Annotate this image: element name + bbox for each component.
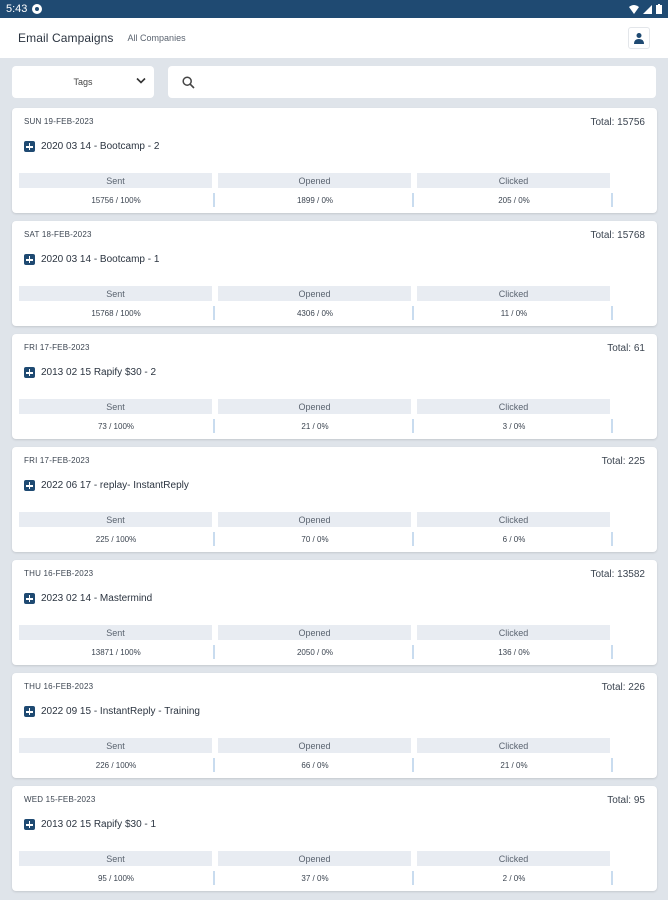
campaign-date: THU 16-FEB-2023 [24,569,94,578]
opened-label: Opened [218,512,411,527]
clicked-label: Clicked [417,625,610,640]
expand-plus-icon[interactable] [24,367,35,378]
tags-dropdown[interactable]: Tags [12,66,154,98]
sent-value: 15756 / 100% [19,193,215,207]
chevron-down-icon [136,77,146,84]
opened-value: 4306 / 0% [218,306,414,320]
campaign-list: SUN 19-FEB-2023 Total: 15756 2020 03 14 … [12,108,657,899]
sent-value: 226 / 100% [19,758,215,772]
campaign-date: SUN 19-FEB-2023 [24,117,94,126]
opened-label: Opened [218,286,411,301]
clicked-value: 3 / 0% [417,419,613,433]
account-button[interactable] [628,27,650,49]
campaign-total: Total: 95 [607,795,645,806]
opened-label: Opened [218,738,411,753]
expand-plus-icon[interactable] [24,254,35,265]
expand-plus-icon[interactable] [24,819,35,830]
campaign-total: Total: 15768 [590,230,646,241]
clicked-label: Clicked [417,286,610,301]
sent-label: Sent [19,512,212,527]
clicked-value: 11 / 0% [417,306,613,320]
clicked-label: Clicked [417,851,610,866]
clicked-value: 2 / 0% [417,871,613,885]
campaign-date: WED 15-FEB-2023 [24,795,96,804]
status-bar: 5:43 [0,0,668,18]
opened-value: 70 / 0% [218,532,414,546]
campaign-date: SAT 18-FEB-2023 [24,230,92,239]
campaign-name: 2022 09 15 - InstantReply - Training [41,706,200,717]
campaign-date: FRI 17-FEB-2023 [24,456,90,465]
opened-value: 37 / 0% [218,871,414,885]
sent-label: Sent [19,625,212,640]
opened-label: Opened [218,173,411,188]
tags-dropdown-label: Tags [73,77,93,87]
search-icon [182,75,195,89]
user-icon [634,33,644,44]
clicked-label: Clicked [417,173,610,188]
sent-value: 13871 / 100% [19,645,215,659]
campaign-card[interactable]: THU 16-FEB-2023 Total: 13582 2023 02 14 … [12,560,657,665]
signal-icon [643,4,652,14]
campaign-total: Total: 61 [607,343,645,354]
campaign-date: THU 16-FEB-2023 [24,682,94,691]
clicked-value: 21 / 0% [417,758,613,772]
sent-label: Sent [19,738,212,753]
campaign-total: Total: 13582 [590,569,646,580]
app-bar: Email Campaigns All Companies [0,18,668,58]
search-input[interactable] [203,76,656,88]
campaign-name: 2013 02 15 Rapify $30 - 2 [41,367,157,378]
filter-bar: Tags [12,66,656,98]
company-filter-link[interactable]: All Companies [128,33,186,43]
campaign-name: 2023 02 14 - Mastermind [41,593,153,604]
opened-label: Opened [218,399,411,414]
battery-icon [656,4,662,14]
campaign-card[interactable]: SAT 18-FEB-2023 Total: 15768 2020 03 14 … [12,221,657,326]
status-time: 5:43 [6,3,28,15]
search-box[interactable] [168,66,656,98]
opened-value: 2050 / 0% [218,645,414,659]
campaign-name: 2020 03 14 - Bootcamp - 1 [41,254,160,265]
opened-value: 1899 / 0% [218,193,414,207]
clicked-label: Clicked [417,512,610,527]
opened-value: 66 / 0% [218,758,414,772]
sent-label: Sent [19,286,212,301]
expand-plus-icon[interactable] [24,593,35,604]
campaign-name: 2020 03 14 - Bootcamp - 2 [41,141,160,152]
campaign-card[interactable]: SUN 19-FEB-2023 Total: 15756 2020 03 14 … [12,108,657,213]
campaign-name: 2022 06 17 - replay- InstantReply [41,480,189,491]
clicked-label: Clicked [417,738,610,753]
opened-label: Opened [218,851,411,866]
campaign-card[interactable]: WED 15-FEB-2023 Total: 95 2013 02 15 Rap… [12,786,657,891]
campaign-total: Total: 226 [601,682,645,693]
clicked-value: 205 / 0% [417,193,613,207]
expand-plus-icon[interactable] [24,141,35,152]
page-title: Email Campaigns [18,31,114,45]
campaign-total: Total: 225 [601,456,645,467]
sent-value: 95 / 100% [19,871,215,885]
opened-value: 21 / 0% [218,419,414,433]
campaign-card[interactable]: FRI 17-FEB-2023 Total: 61 2013 02 15 Rap… [12,334,657,439]
clicked-label: Clicked [417,399,610,414]
expand-plus-icon[interactable] [24,706,35,717]
clicked-value: 6 / 0% [417,532,613,546]
wifi-icon [629,4,639,14]
sent-label: Sent [19,851,212,866]
sent-value: 15768 / 100% [19,306,215,320]
clicked-value: 136 / 0% [417,645,613,659]
campaign-total: Total: 15756 [590,117,646,128]
sent-value: 225 / 100% [19,532,215,546]
sent-value: 73 / 100% [19,419,215,433]
expand-plus-icon[interactable] [24,480,35,491]
campaign-card[interactable]: FRI 17-FEB-2023 Total: 225 2022 06 17 - … [12,447,657,552]
campaign-name: 2013 02 15 Rapify $30 - 1 [41,819,157,830]
sent-label: Sent [19,173,212,188]
campaign-date: FRI 17-FEB-2023 [24,343,90,352]
sent-label: Sent [19,399,212,414]
notification-icon [32,4,43,14]
opened-label: Opened [218,625,411,640]
campaign-card[interactable]: THU 16-FEB-2023 Total: 226 2022 09 15 - … [12,673,657,778]
